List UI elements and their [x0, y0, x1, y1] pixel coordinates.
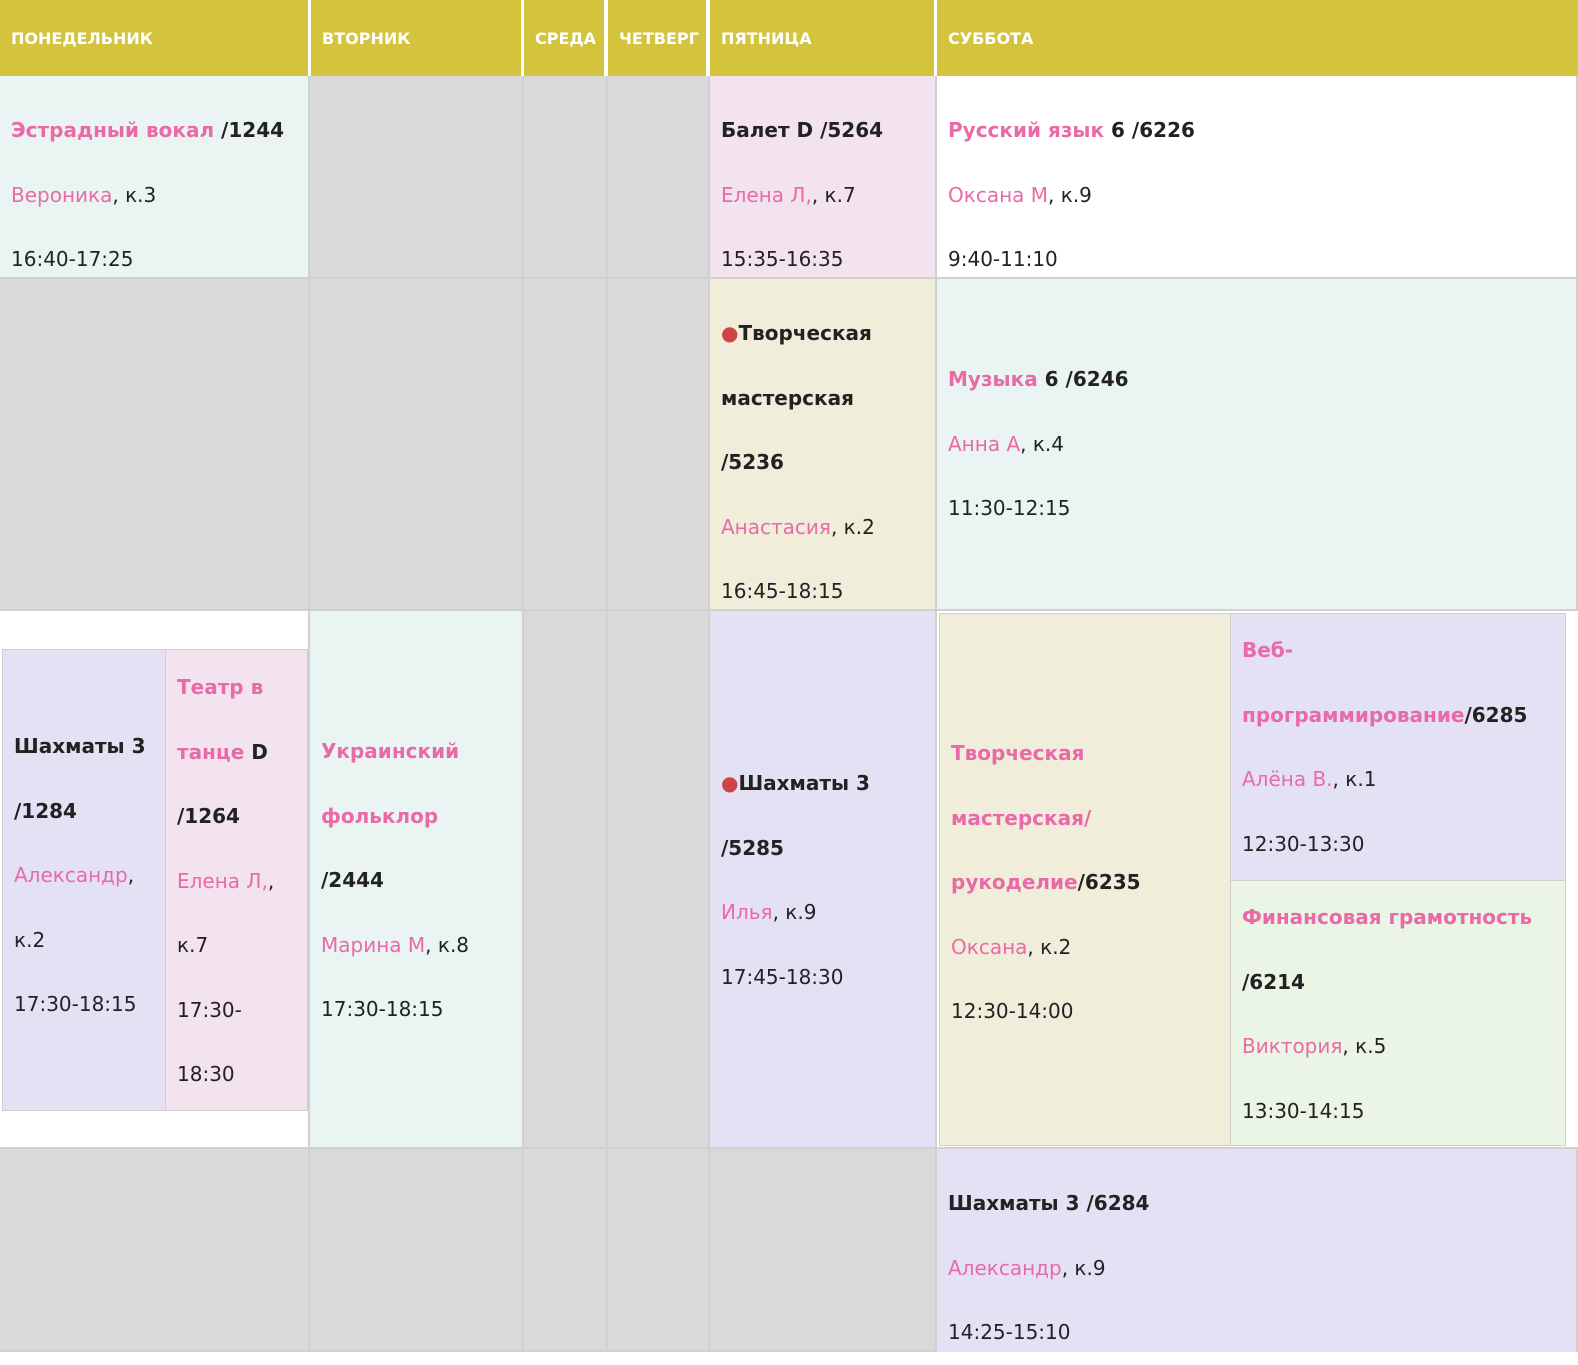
- empty-cell: [524, 611, 608, 1149]
- lesson-sat-music[interactable]: Музыка 6 /6246 Анна А, к.4 11:30-12:15: [937, 279, 1578, 611]
- lesson-time: 13:30-14:15: [1242, 1098, 1365, 1123]
- lesson-sat-web[interactable]: Веб- программирование/6285 Алёна В., к.1…: [1230, 613, 1566, 881]
- bullet-icon: ●: [721, 321, 739, 345]
- lesson-room: к.7: [177, 933, 209, 957]
- lesson-time: 14:25-15:10: [948, 1320, 1071, 1344]
- lesson-title-line2: мастерская/: [951, 805, 1092, 830]
- lesson-code: /1284: [14, 798, 77, 823]
- header-saturday: СУББОТА: [937, 0, 1578, 76]
- lesson-time: 17:45-18:30: [721, 964, 844, 989]
- header-thursday: ЧЕТВЕРГ: [608, 0, 706, 76]
- empty-cell: [524, 1149, 608, 1352]
- lesson-fri-ballet[interactable]: Балет D /5264 Елена Л,, к.7 15:35-16:35: [710, 76, 937, 279]
- lesson-teacher: Елена Л,, к.7: [721, 182, 856, 207]
- lesson-title: Финансовая грамотность: [1242, 905, 1533, 929]
- lesson-fri-workshop[interactable]: ●Творческая мастерская /5236 Анастасия, …: [710, 279, 937, 611]
- lesson-code: /5285: [721, 835, 784, 860]
- lesson-teacher: Анастасия, к.2: [721, 514, 875, 539]
- lesson-mon-chess[interactable]: Шахматы 3 /1284 Александр, к.2 17:30-18:…: [2, 649, 166, 1111]
- lesson-sat-chess[interactable]: Шахматы 3 /6284 Александр, к.9 14:25-15:…: [937, 1149, 1578, 1352]
- lesson-time-line2: 18:30: [177, 1062, 235, 1086]
- lesson-code: /5236: [721, 450, 784, 474]
- lesson-teacher: Оксана, к.2: [951, 934, 1072, 959]
- lesson-title: Театр в: [177, 675, 264, 699]
- lesson-title-line2: мастерская: [721, 385, 854, 410]
- lesson-code: /2444: [321, 868, 384, 892]
- lesson-tue-folk[interactable]: Украинский фольклор /2444 Марина М, к.8 …: [310, 611, 524, 1149]
- lesson-fri-chess[interactable]: ●Шахматы 3 /5285 Илья, к.9 17:45-18:30: [710, 611, 937, 1149]
- lesson-sat-finance[interactable]: Финансовая грамотность /6214 Виктория, к…: [1230, 880, 1566, 1146]
- header-wednesday: СРЕДА: [524, 0, 604, 76]
- lesson-title-line2: программирование/6285: [1242, 702, 1528, 727]
- lesson-mon-theatre[interactable]: Театр в танце D /1264 Елена Л,, к.7 17:3…: [165, 649, 308, 1111]
- lesson-title: Веб-: [1242, 638, 1294, 662]
- empty-cell: [524, 279, 608, 611]
- empty-cell: [310, 76, 524, 279]
- lesson-time: 12:30-14:00: [951, 999, 1074, 1023]
- empty-cell: [0, 1149, 310, 1352]
- lesson-teacher: Оксана М, к.9: [948, 182, 1092, 207]
- lesson-teacher: Елена Л,,: [177, 868, 275, 893]
- lesson-title: Русский язык 6 /6226: [948, 118, 1195, 142]
- lesson-teacher: Марина М, к.8: [321, 932, 470, 957]
- lesson-code: /1264: [177, 804, 240, 828]
- lesson-title: ●Шахматы 3: [721, 771, 870, 795]
- day-header-row: ПОНЕДЕЛЬНИК ВТОРНИК СРЕДА ЧЕТВЕРГ ПЯТНИЦ…: [0, 0, 1578, 76]
- empty-cell: [608, 1149, 710, 1352]
- empty-cell: [0, 279, 310, 611]
- lesson-teacher: Вероника, к.3: [11, 182, 157, 207]
- lesson-time: 17:30-18:15: [321, 997, 444, 1021]
- empty-cell: [310, 1149, 524, 1352]
- lesson-teacher: Виктория, к.5: [1242, 1034, 1387, 1058]
- lesson-sat-crafts[interactable]: Творческая мастерская/ рукоделие/6235 Ок…: [939, 613, 1231, 1146]
- lesson-title-line2: фольклор: [321, 803, 439, 828]
- lesson-teacher: Алёна В., к.1: [1242, 767, 1377, 791]
- lesson-title-line3: рукоделие/6235: [951, 870, 1141, 894]
- lesson-title: Украинский: [321, 739, 460, 763]
- lesson-teacher: Александр, к.9: [948, 1255, 1106, 1280]
- header-tuesday: ВТОРНИК: [311, 0, 521, 76]
- lesson-title: Балет D /5264: [721, 118, 884, 142]
- header-monday: ПОНЕДЕЛЬНИК: [0, 0, 308, 76]
- empty-cell: [608, 279, 710, 611]
- saturday-split-wrapper: Творческая мастерская/ рукоделие/6235 Ок…: [937, 611, 1578, 1149]
- lesson-teacher: Александр,: [14, 863, 135, 887]
- lesson-sat-russian[interactable]: Русский язык 6 /6226 Оксана М, к.9 9:40-…: [937, 76, 1578, 279]
- lesson-teacher: Анна А, к.4: [948, 431, 1065, 456]
- empty-cell: [310, 279, 524, 611]
- lesson-title: ●Творческая: [721, 321, 872, 345]
- lesson-title: Эстрадный вокал /1244: [11, 118, 285, 142]
- empty-cell: [524, 76, 608, 279]
- lesson-time: 12:30-13:30: [1242, 831, 1365, 856]
- lesson-mon-vocal[interactable]: Эстрадный вокал /1244 Вероника, к.3 16:4…: [0, 76, 310, 279]
- lesson-teacher: Илья, к.9: [721, 900, 817, 924]
- lesson-room: к.2: [14, 927, 46, 952]
- header-friday: ПЯТНИЦА: [710, 0, 934, 76]
- lesson-title: Шахматы 3: [14, 734, 146, 758]
- empty-cell: [608, 611, 710, 1149]
- monday-split-wrapper: Шахматы 3 /1284 Александр, к.2 17:30-18:…: [0, 611, 310, 1149]
- lesson-title: Шахматы 3 /6284: [948, 1191, 1150, 1215]
- lesson-title: Творческая: [951, 741, 1085, 765]
- empty-cell: [608, 76, 710, 279]
- lesson-time: 11:30-12:15: [948, 496, 1071, 521]
- lesson-title-line2: танце D: [177, 739, 268, 764]
- lesson-code: /6214: [1242, 969, 1305, 994]
- empty-cell: [710, 1149, 937, 1352]
- lesson-time: 17:30-18:15: [14, 992, 137, 1016]
- lesson-title: Музыка 6 /6246: [948, 367, 1129, 392]
- bullet-icon: ●: [721, 771, 739, 795]
- lesson-time: 17:30-: [177, 997, 242, 1022]
